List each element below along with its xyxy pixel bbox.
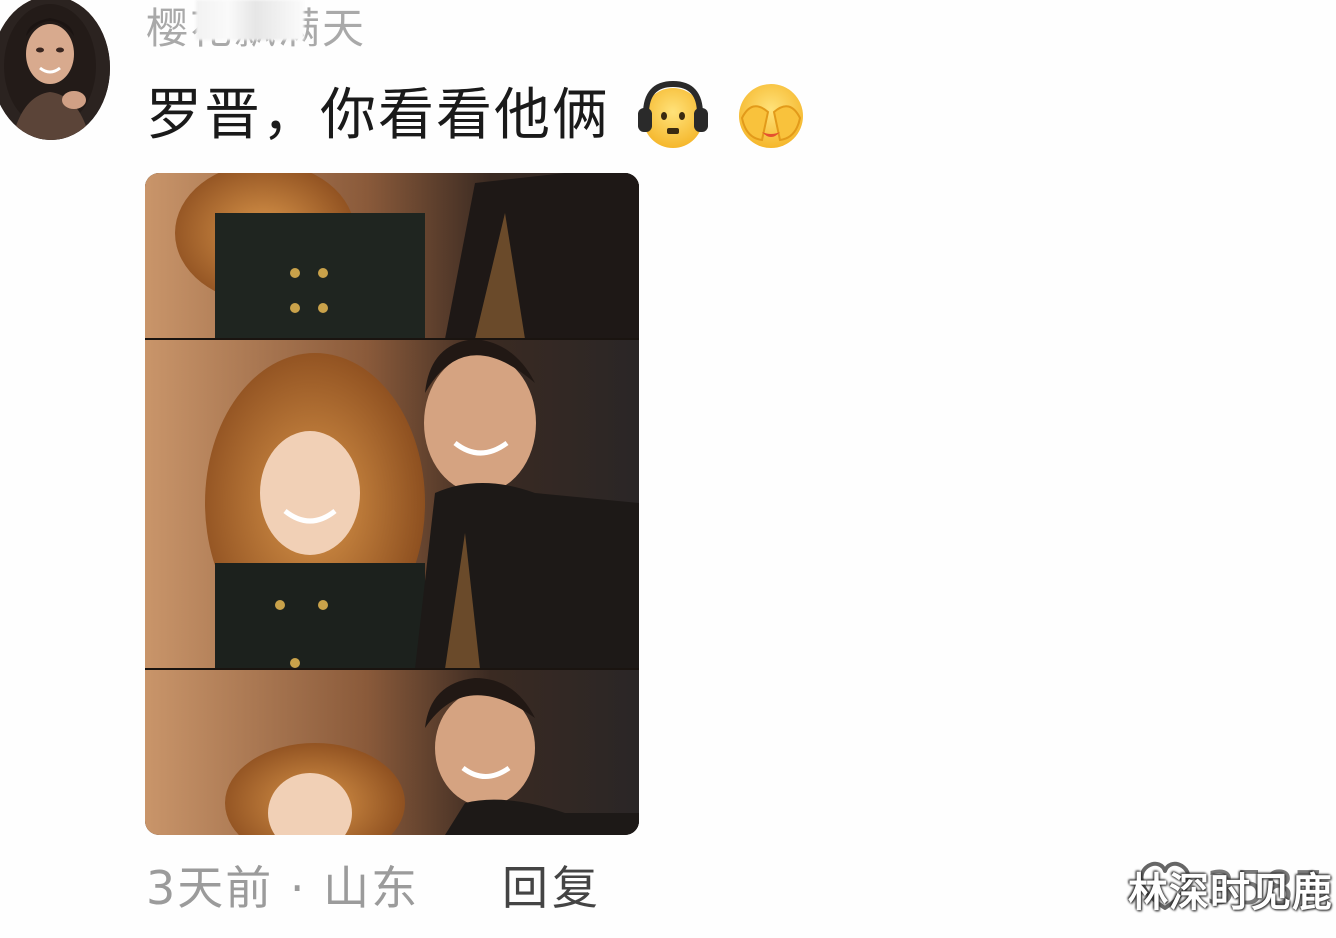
avatar[interactable] xyxy=(0,0,110,140)
comment-meta: 3天前 · 山东 xyxy=(146,861,420,915)
reply-button[interactable]: 回复 xyxy=(502,858,602,918)
comment-text: 罗晋，你看看他俩 xyxy=(146,83,610,148)
username-blur-mask xyxy=(196,0,304,40)
comment-item: 樱花飘满天 罗晋，你看看他俩 xyxy=(0,0,1336,938)
cover-face-icon xyxy=(732,78,810,152)
avatar-image xyxy=(0,0,110,140)
watermark: 林深时见鹿 xyxy=(1128,870,1333,916)
headphones-face-icon xyxy=(634,78,712,152)
comment-image[interactable] xyxy=(145,173,639,835)
